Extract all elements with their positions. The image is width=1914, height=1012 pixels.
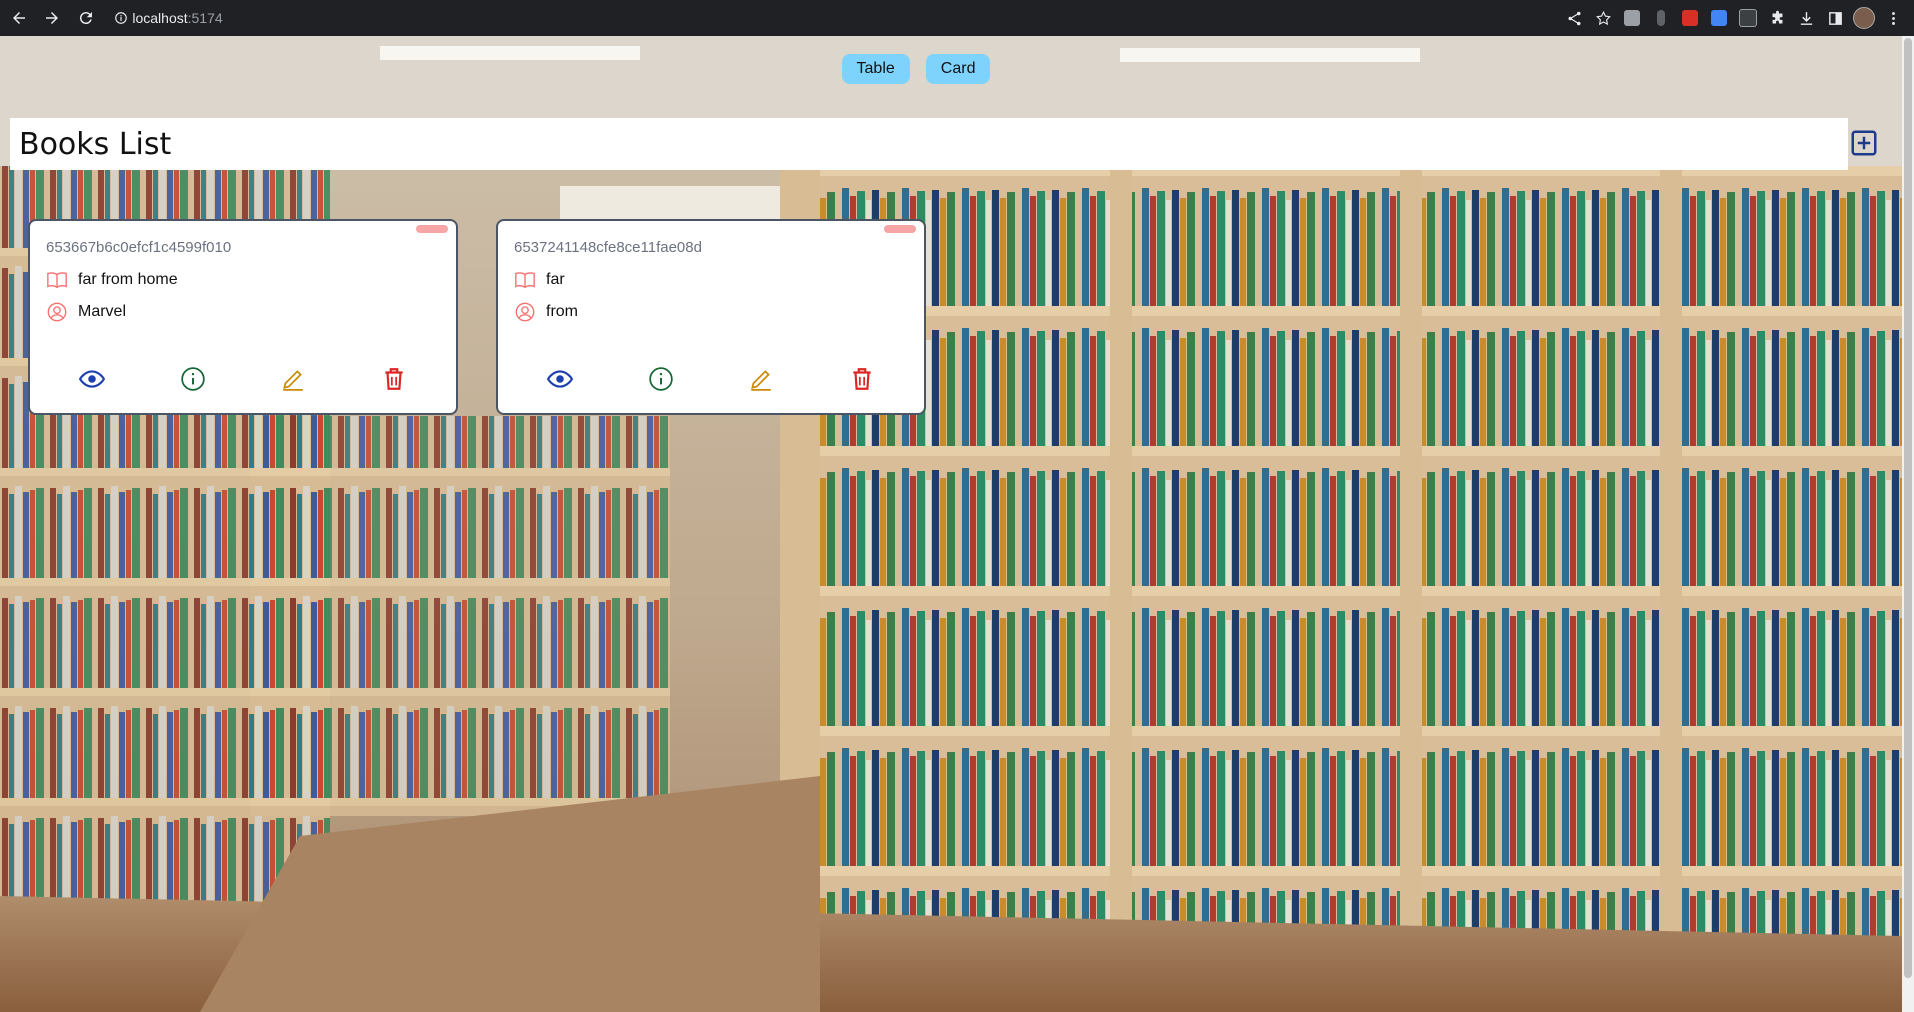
book-open-icon [514, 269, 536, 291]
book-author: Marvel [78, 303, 127, 320]
trash-icon [385, 368, 403, 390]
book-title: far from home [78, 271, 178, 288]
back-button[interactable] [4, 3, 33, 33]
sidebar-icon[interactable] [1824, 7, 1846, 29]
status-badge [884, 225, 916, 233]
info-circle-icon [649, 367, 673, 391]
info-circle-icon [181, 367, 205, 391]
info-button[interactable] [179, 365, 207, 393]
browser-toolbar: localhost:5174 [0, 0, 1914, 36]
forward-button[interactable] [37, 3, 66, 33]
view-button[interactable] [78, 365, 106, 393]
page-header: Books List [10, 118, 1848, 170]
extension-red-icon[interactable] [1679, 7, 1701, 29]
card-actions [498, 365, 924, 393]
add-book-button[interactable] [1849, 128, 1879, 158]
pencil-icon [751, 370, 771, 391]
address-bar[interactable]: localhost:5174 [110, 5, 1564, 31]
view-toggle: Table Card [0, 54, 1902, 84]
back-arrow-icon [12, 12, 25, 24]
trash-icon [853, 368, 871, 390]
user-circle-icon [514, 301, 536, 323]
extension-h-icon[interactable] [1621, 7, 1643, 29]
page-viewport: Table Card Books List 653667b6c0efcf1c45… [0, 36, 1902, 1012]
download-icon[interactable] [1795, 7, 1817, 29]
book-id: 653667b6c0efcf1c4599f010 [46, 239, 232, 256]
eye-icon [79, 370, 106, 388]
view-button[interactable] [546, 365, 574, 393]
edit-button[interactable] [747, 365, 775, 393]
book-card: 6537241148cfe8ce11fae08d far from [496, 219, 926, 415]
extension-bottle-icon[interactable] [1650, 7, 1672, 29]
kebab-menu-icon[interactable] [1882, 7, 1904, 29]
info-icon[interactable] [110, 11, 132, 25]
reload-button[interactable] [71, 3, 100, 33]
library-background-image [0, 36, 1902, 1012]
eye-icon [547, 370, 574, 388]
page-title: Books List [19, 126, 172, 162]
star-icon[interactable] [1592, 7, 1614, 29]
book-card: 653667b6c0efcf1c4599f010 far from home M… [28, 219, 458, 415]
forward-arrow-icon [46, 12, 59, 24]
extension-translate-icon[interactable] [1708, 7, 1730, 29]
card-actions [30, 365, 456, 393]
book-author-row: Marvel [46, 301, 126, 323]
plus-square-icon [1851, 130, 1877, 156]
puzzle-icon[interactable] [1766, 7, 1788, 29]
book-author-row: from [514, 301, 578, 323]
status-badge [416, 225, 448, 233]
share-icon[interactable] [1563, 7, 1585, 29]
edit-button[interactable] [279, 365, 307, 393]
reload-icon [79, 12, 92, 25]
book-author: from [546, 303, 578, 320]
info-button[interactable] [647, 365, 675, 393]
user-circle-icon [46, 301, 68, 323]
pencil-icon [283, 370, 303, 391]
book-open-icon [46, 269, 68, 291]
url-port: :5174 [187, 10, 223, 26]
delete-button[interactable] [848, 365, 876, 393]
extension-cc-icon[interactable] [1737, 7, 1759, 29]
table-view-button[interactable]: Table [841, 54, 910, 84]
url-host: localhost [132, 10, 188, 26]
avatar[interactable] [1853, 7, 1876, 29]
page-scrollbar[interactable] [1902, 36, 1914, 1012]
book-title-row: far from home [46, 269, 178, 291]
scrollbar-thumb[interactable] [1904, 38, 1912, 978]
book-id: 6537241148cfe8ce11fae08d [514, 239, 702, 256]
book-title-row: far [514, 269, 565, 291]
card-view-button[interactable]: Card [925, 54, 991, 84]
book-title: far [546, 271, 565, 288]
delete-button[interactable] [380, 365, 408, 393]
